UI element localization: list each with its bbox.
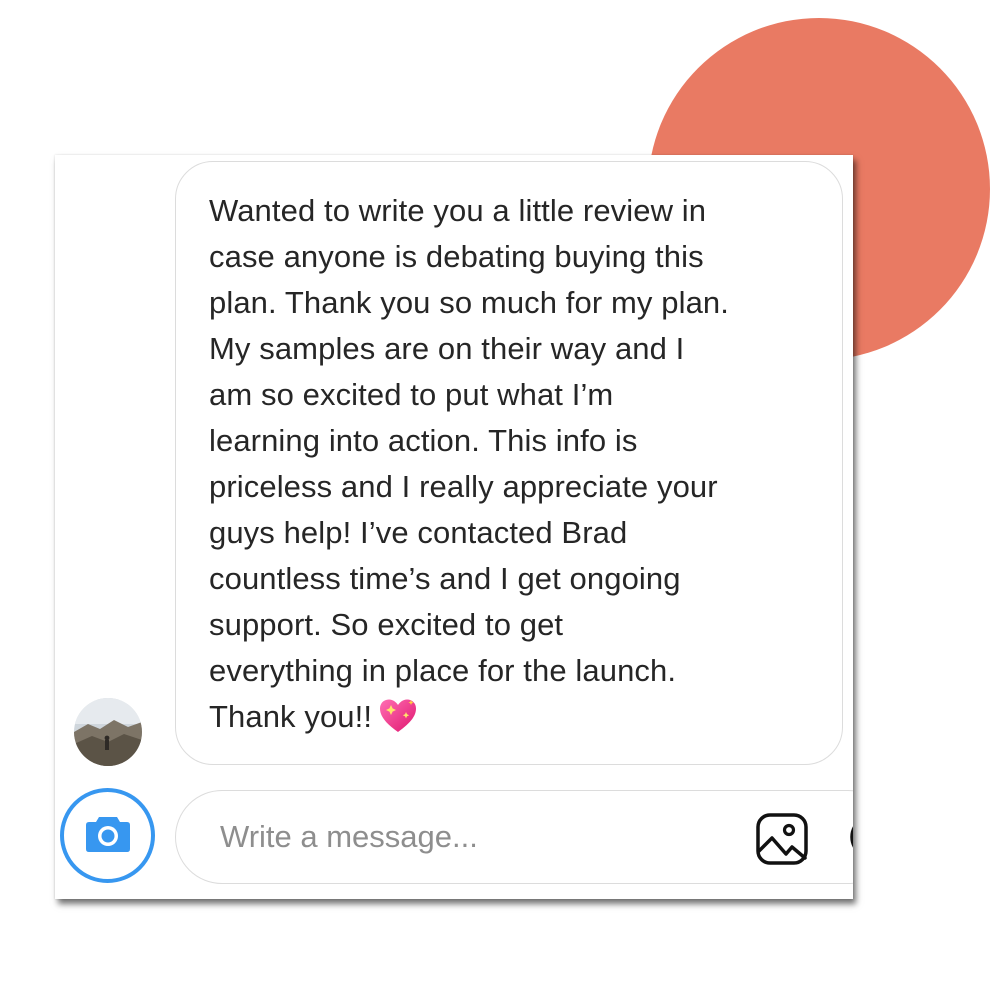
message-text: Wanted to write you a little review in c… [209, 188, 821, 748]
image-gallery-icon [754, 813, 810, 871]
screenshot-stage: Wanted to write you a little review in c… [0, 0, 1000, 1000]
gallery-button[interactable] [754, 811, 810, 867]
message-input[interactable] [220, 813, 720, 861]
sender-avatar[interactable] [74, 698, 142, 766]
camera-button[interactable] [60, 788, 155, 883]
sticker-icon [842, 826, 853, 867]
sparkling-heart-icon [378, 697, 418, 748]
sticker-button[interactable] [842, 815, 853, 863]
message-bubble[interactable]: Wanted to write you a little review in c… [175, 161, 843, 765]
chat-card: Wanted to write you a little review in c… [55, 155, 853, 899]
message-body: Wanted to write you a little review in c… [209, 193, 729, 734]
camera-icon [85, 813, 131, 858]
message-composer [175, 790, 853, 884]
